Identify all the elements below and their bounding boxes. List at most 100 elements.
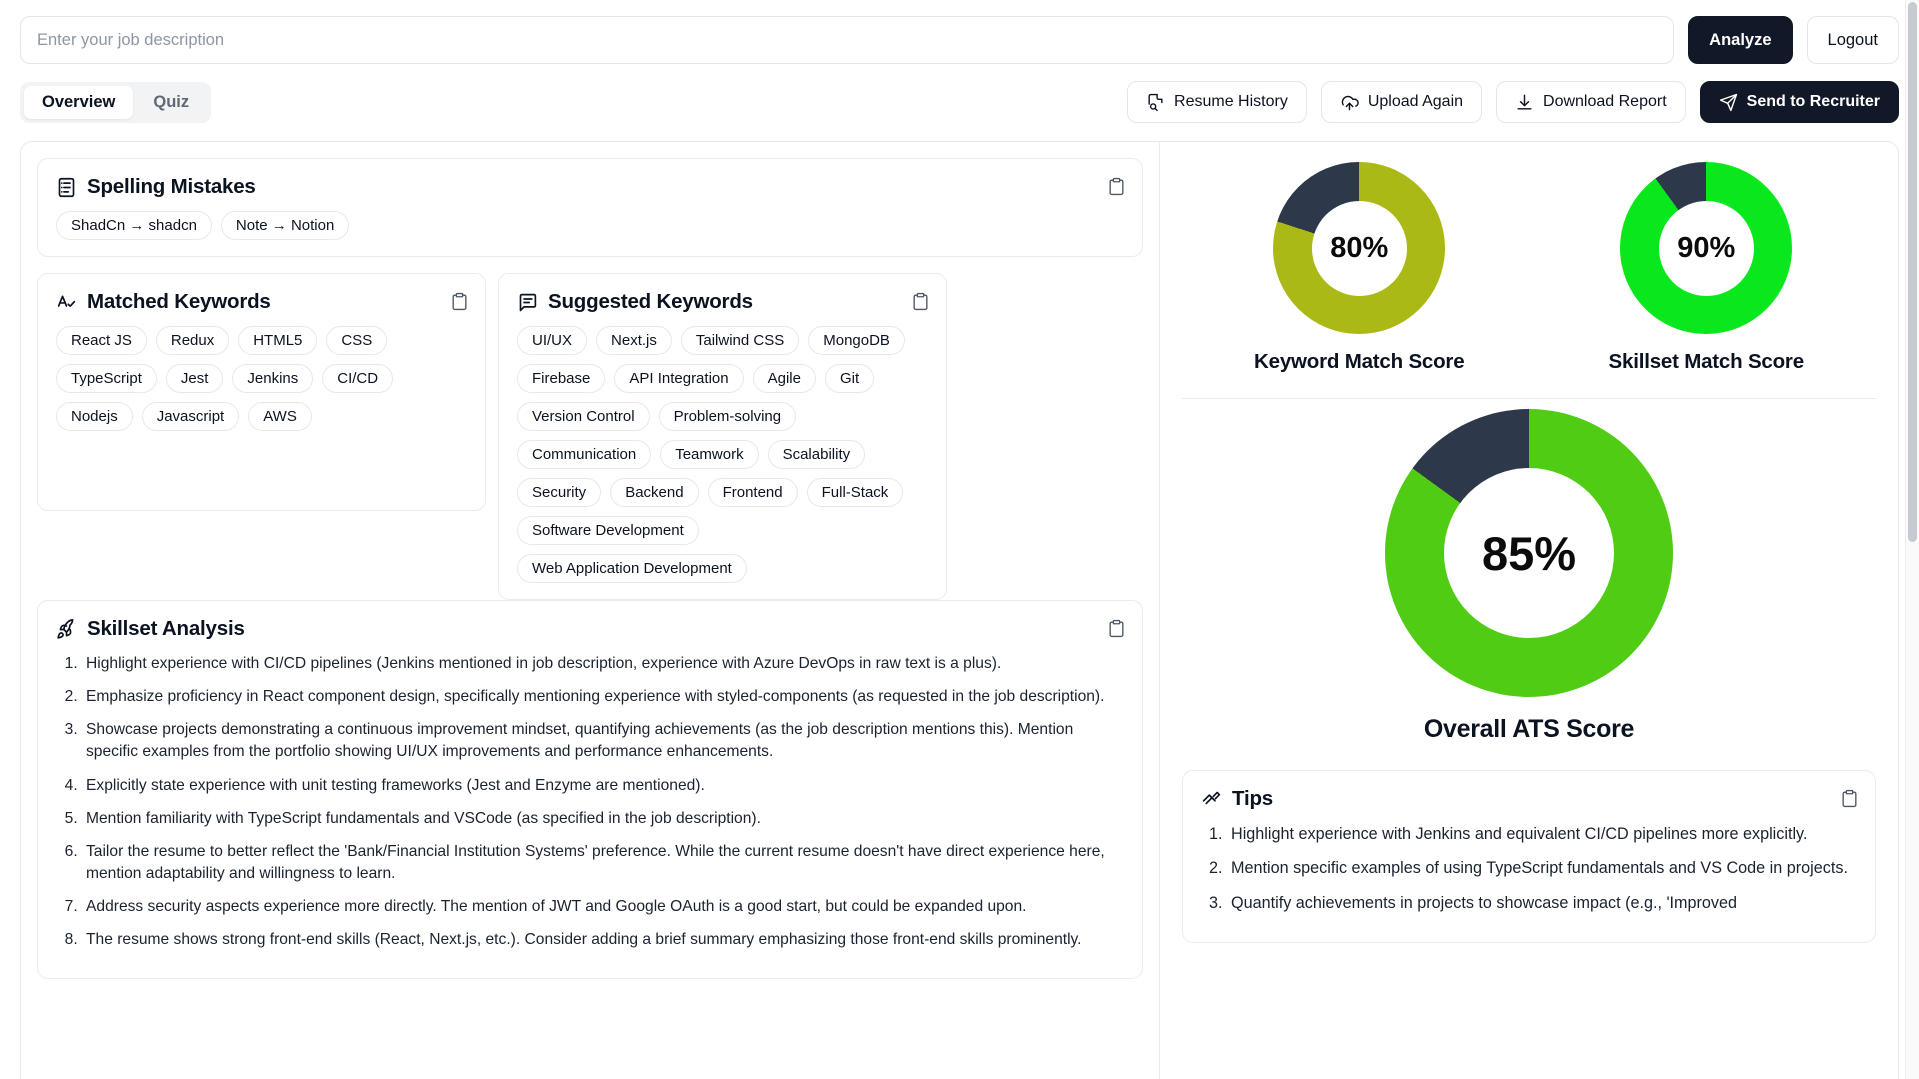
keyword-chip: Jenkins xyxy=(232,364,314,393)
download-report-label: Download Report xyxy=(1543,93,1667,110)
keyword-chip: Agile xyxy=(752,364,816,393)
clipboard-icon[interactable] xyxy=(1107,176,1126,197)
keyword-chip: Jest xyxy=(165,364,224,393)
page-scrollbar[interactable] xyxy=(1905,0,1919,1079)
keyword-chip: TypeScript xyxy=(56,364,157,393)
matched-keywords-card: Matched Keywords React JS Redux HTML5 CS… xyxy=(37,273,486,511)
list-item: Mention specific examples of using TypeS… xyxy=(1227,857,1857,880)
suggested-keywords-card: Suggested Keywords UI/UX Next.js Tailwin… xyxy=(498,273,947,600)
tab-row: Overview Quiz Resume History Upload Agai… xyxy=(0,64,1919,123)
overall-ats-donut: 85% xyxy=(1385,409,1673,697)
skillset-match-donut: 90% xyxy=(1620,162,1793,334)
scores-column: 80% Keyword Match Score 90% Skillset Mat… xyxy=(1160,142,1898,1079)
keyword-chip: Redux xyxy=(155,326,230,355)
tab-quiz-label: Quiz xyxy=(153,92,190,111)
logout-button[interactable]: Logout xyxy=(1806,16,1899,64)
keyword-match-donut: 80% xyxy=(1273,162,1446,334)
tab-quiz[interactable]: Quiz xyxy=(135,86,207,119)
matched-keywords-chips: React JS Redux HTML5 CSS TypeScript Jest… xyxy=(56,326,467,431)
skillset-match-score-chart: 90% Skillset Match Score xyxy=(1609,162,1804,374)
send-icon xyxy=(1719,93,1738,112)
tips-list: Highlight experience with Jenkins and eq… xyxy=(1201,823,1857,915)
keyword-chip: Nodejs xyxy=(56,402,133,431)
keyword-chip: Software Development xyxy=(517,516,699,545)
list-item: Highlight experience with Jenkins and eq… xyxy=(1227,823,1857,846)
download-report-button[interactable]: Download Report xyxy=(1496,81,1686,123)
top-bar: Analyze Logout xyxy=(0,0,1919,64)
suggested-keywords-header: Suggested Keywords xyxy=(517,290,928,314)
resume-analyzer-app: Analyze Logout Overview Quiz xyxy=(0,0,1919,1079)
overall-ats-label: Overall ATS Score xyxy=(1423,715,1635,743)
keyword-chip: Scalability xyxy=(767,440,866,469)
spelling-mistakes-card: Spelling Mistakes ShadCn → shadcn Note →… xyxy=(37,158,1143,257)
clipboard-icon[interactable] xyxy=(1840,788,1859,809)
suggested-keywords-title: Suggested Keywords xyxy=(548,290,753,313)
keyword-chip: Problem-solving xyxy=(658,402,797,431)
keyword-chip: Web Application Development xyxy=(517,554,747,583)
list-item: The resume shows strong front-end skills… xyxy=(82,929,1124,951)
tips-title: Tips xyxy=(1232,787,1273,810)
list-item: Emphasize proficiency in React component… xyxy=(82,686,1124,708)
spelling-mistakes-chips: ShadCn → shadcn Note → Notion xyxy=(56,211,1124,240)
keyword-chip: Javascript xyxy=(141,402,240,431)
list-item: Tailor the resume to better reflect the … xyxy=(82,841,1124,885)
keywords-row: Matched Keywords React JS Redux HTML5 CS… xyxy=(37,273,1143,600)
skillset-analysis-header: Skillset Analysis xyxy=(56,617,1124,641)
spelling-mistakes-title: Spelling Mistakes xyxy=(87,175,256,198)
overall-ats-value: 85% xyxy=(1444,468,1614,638)
matched-keywords-header: Matched Keywords xyxy=(56,290,467,314)
upload-again-label: Upload Again xyxy=(1367,93,1464,110)
tips-header: Tips xyxy=(1201,787,1857,811)
score-donut-row: 80% Keyword Match Score 90% Skillset Mat… xyxy=(1182,158,1876,380)
download-icon xyxy=(1515,93,1534,112)
list-item: Showcase projects demonstrating a contin… xyxy=(82,719,1124,763)
resume-history-button[interactable]: Resume History xyxy=(1127,81,1307,123)
suggested-keywords-chips: UI/UX Next.js Tailwind CSS MongoDB Fireb… xyxy=(517,326,928,583)
keyword-chip: API Integration xyxy=(614,364,744,393)
clipboard-icon[interactable] xyxy=(450,291,469,312)
tab-overview-label: Overview xyxy=(42,92,116,111)
action-buttons: Resume History Upload Again Download Rep… xyxy=(1127,81,1899,123)
tab-overview[interactable]: Overview xyxy=(24,85,134,119)
skillset-match-value: 90% xyxy=(1658,200,1754,296)
keyword-match-value: 80% xyxy=(1311,200,1407,296)
keyword-chip: Tailwind CSS xyxy=(680,326,800,355)
analyze-label: Analyze xyxy=(1709,30,1772,49)
skillset-analysis-card: Skillset Analysis Highlight experience w… xyxy=(37,600,1143,980)
keyword-chip: Git xyxy=(824,364,875,393)
analysis-column: Spelling Mistakes ShadCn → shadcn Note →… xyxy=(21,142,1159,1079)
keyword-chip: Communication xyxy=(517,440,652,469)
list-item: Quantify achievements in projects to sho… xyxy=(1227,892,1857,915)
spelling-mistakes-header: Spelling Mistakes xyxy=(56,175,1124,199)
analyze-button[interactable]: Analyze xyxy=(1688,16,1793,64)
send-to-recruiter-button[interactable]: Send to Recruiter xyxy=(1699,81,1899,123)
file-scan-icon xyxy=(1146,93,1165,112)
keyword-chip: AWS xyxy=(248,402,312,431)
keyword-chip: Frontend xyxy=(707,478,798,507)
spell-check-icon xyxy=(56,292,77,313)
job-description-input[interactable] xyxy=(20,16,1675,64)
keyword-chip: MongoDB xyxy=(808,326,905,355)
clipboard-icon[interactable] xyxy=(1107,618,1126,639)
keyword-match-label: Keyword Match Score xyxy=(1254,350,1465,373)
keyword-chip: Full-Stack xyxy=(806,478,904,507)
list-item: Explicitly state experience with unit te… xyxy=(82,775,1124,797)
skillset-analysis-title: Skillset Analysis xyxy=(87,617,245,640)
list-item: Highlight experience with CI/CD pipeline… xyxy=(82,653,1124,675)
overall-ats-score-chart: 85% Overall ATS Score xyxy=(1182,409,1876,744)
skillset-match-label: Skillset Match Score xyxy=(1608,350,1805,373)
keyword-chip: CSS xyxy=(326,326,388,355)
results-panel: Spelling Mistakes ShadCn → shadcn Note →… xyxy=(20,141,1899,1079)
message-square-text-icon xyxy=(517,292,538,313)
skillset-analysis-list: Highlight experience with CI/CD pipeline… xyxy=(56,653,1124,951)
keyword-chip: HTML5 xyxy=(238,326,318,355)
keyword-chip: React JS xyxy=(56,326,147,355)
scrollbar-thumb[interactable] xyxy=(1908,2,1917,542)
tips-card: Tips Highlight experience with Jenkins a… xyxy=(1182,770,1876,944)
spelling-chip: Note → Notion xyxy=(220,211,350,240)
matched-keywords-title: Matched Keywords xyxy=(87,290,271,313)
keyword-chip: CI/CD xyxy=(322,364,394,393)
upload-again-button[interactable]: Upload Again xyxy=(1320,81,1483,123)
keyword-chip: Firebase xyxy=(517,364,606,393)
clipboard-icon[interactable] xyxy=(911,291,930,312)
